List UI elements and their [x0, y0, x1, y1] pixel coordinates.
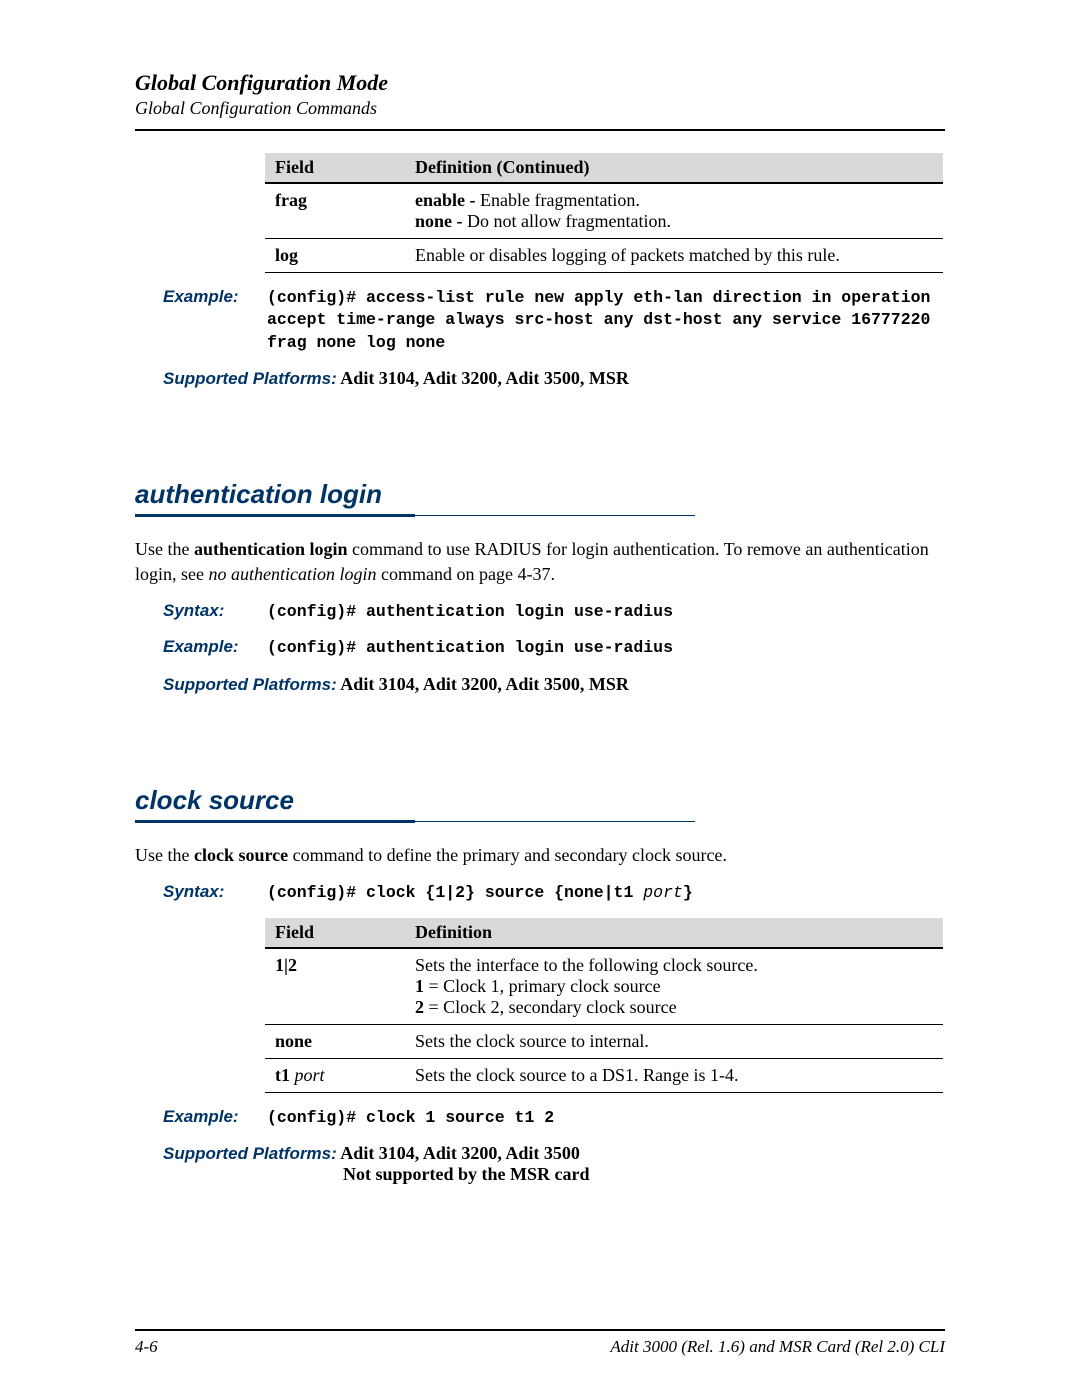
example-value: (config)# authentication login use-radiu…: [267, 637, 673, 659]
table-row: log Enable or disables logging of packet…: [265, 239, 943, 273]
header-rule: [135, 129, 945, 131]
field-name: frag: [275, 190, 307, 210]
field-name: t1 port: [265, 1059, 405, 1093]
table-row: 1|2 Sets the interface to the following …: [265, 948, 943, 1025]
header-title: Global Configuration Mode: [135, 70, 945, 96]
page-footer: 4-6 Adit 3000 (Rel. 1.6) and MSR Card (R…: [135, 1320, 945, 1357]
field-name: 1|2: [275, 955, 297, 975]
example-label: Example:: [163, 637, 267, 657]
field-definition: Sets the clock source to a DS1. Range is…: [405, 1059, 943, 1093]
field-definition: Enable or disables logging of packets ma…: [405, 239, 943, 273]
table-row: t1 port Sets the clock source to a DS1. …: [265, 1059, 943, 1093]
syntax-label: Syntax:: [163, 882, 267, 902]
section-body: Use the clock source command to define t…: [135, 843, 945, 868]
header-subtitle: Global Configuration Commands: [135, 98, 945, 119]
field-definition: Sets the clock source to internal.: [405, 1025, 943, 1059]
example-block: Example: (config)# access-list rule new …: [163, 287, 945, 354]
field-definition: Sets the interface to the following cloc…: [405, 948, 943, 1025]
section-heading-authentication-login: authentication login: [135, 479, 945, 510]
supported-platforms: Supported Platforms: Adit 3104, Adit 320…: [163, 368, 945, 389]
supported-platforms: Supported Platforms: Adit 3104, Adit 320…: [163, 674, 945, 695]
not-supported-note: Not supported by the MSR card: [343, 1164, 590, 1185]
example-block: Example: (config)# clock 1 source t1 2: [163, 1107, 945, 1129]
field-definition: enable - Enable fragmentation. none - Do…: [405, 183, 943, 239]
syntax-value: (config)# authentication login use-radiu…: [267, 601, 673, 623]
section-rule: [135, 514, 945, 517]
example-label: Example:: [163, 1107, 267, 1127]
example-block: Example: (config)# authentication login …: [163, 637, 945, 659]
section-heading-clock-source: clock source: [135, 785, 945, 816]
field-name: none: [275, 1031, 312, 1051]
definition-table-clock: Field Definition 1|2 Sets the interface …: [265, 918, 943, 1093]
document-page: Global Configuration Mode Global Configu…: [0, 0, 1080, 1397]
section-body: Use the authentication login command to …: [135, 537, 945, 587]
table-header-field: Field: [265, 918, 405, 948]
syntax-label: Syntax:: [163, 601, 267, 621]
field-name: log: [275, 245, 298, 265]
table-header-definition: Definition: [405, 918, 943, 948]
footer-doc-title: Adit 3000 (Rel. 1.6) and MSR Card (Rel 2…: [610, 1337, 945, 1357]
table-row: frag enable - Enable fragmentation. none…: [265, 183, 943, 239]
page-number: 4-6: [135, 1337, 158, 1357]
footer-rule: [135, 1329, 945, 1331]
page-header: Global Configuration Mode Global Configu…: [135, 70, 945, 131]
syntax-value: (config)# clock {1|2} source {none|t1 po…: [267, 882, 693, 904]
table-header-definition: Definition (Continued): [405, 153, 943, 183]
syntax-block: Syntax: (config)# authentication login u…: [163, 601, 945, 623]
table-row: none Sets the clock source to internal.: [265, 1025, 943, 1059]
definition-table-continued: Field Definition (Continued) frag enable…: [265, 153, 943, 273]
supported-platforms: Supported Platforms: Adit 3104, Adit 320…: [163, 1143, 945, 1185]
section-rule: [135, 820, 945, 823]
example-label: Example:: [163, 287, 267, 307]
table-header-field: Field: [265, 153, 405, 183]
example-value: (config)# clock 1 source t1 2: [267, 1107, 554, 1129]
example-value: (config)# access-list rule new apply eth…: [267, 287, 945, 354]
syntax-block: Syntax: (config)# clock {1|2} source {no…: [163, 882, 945, 904]
